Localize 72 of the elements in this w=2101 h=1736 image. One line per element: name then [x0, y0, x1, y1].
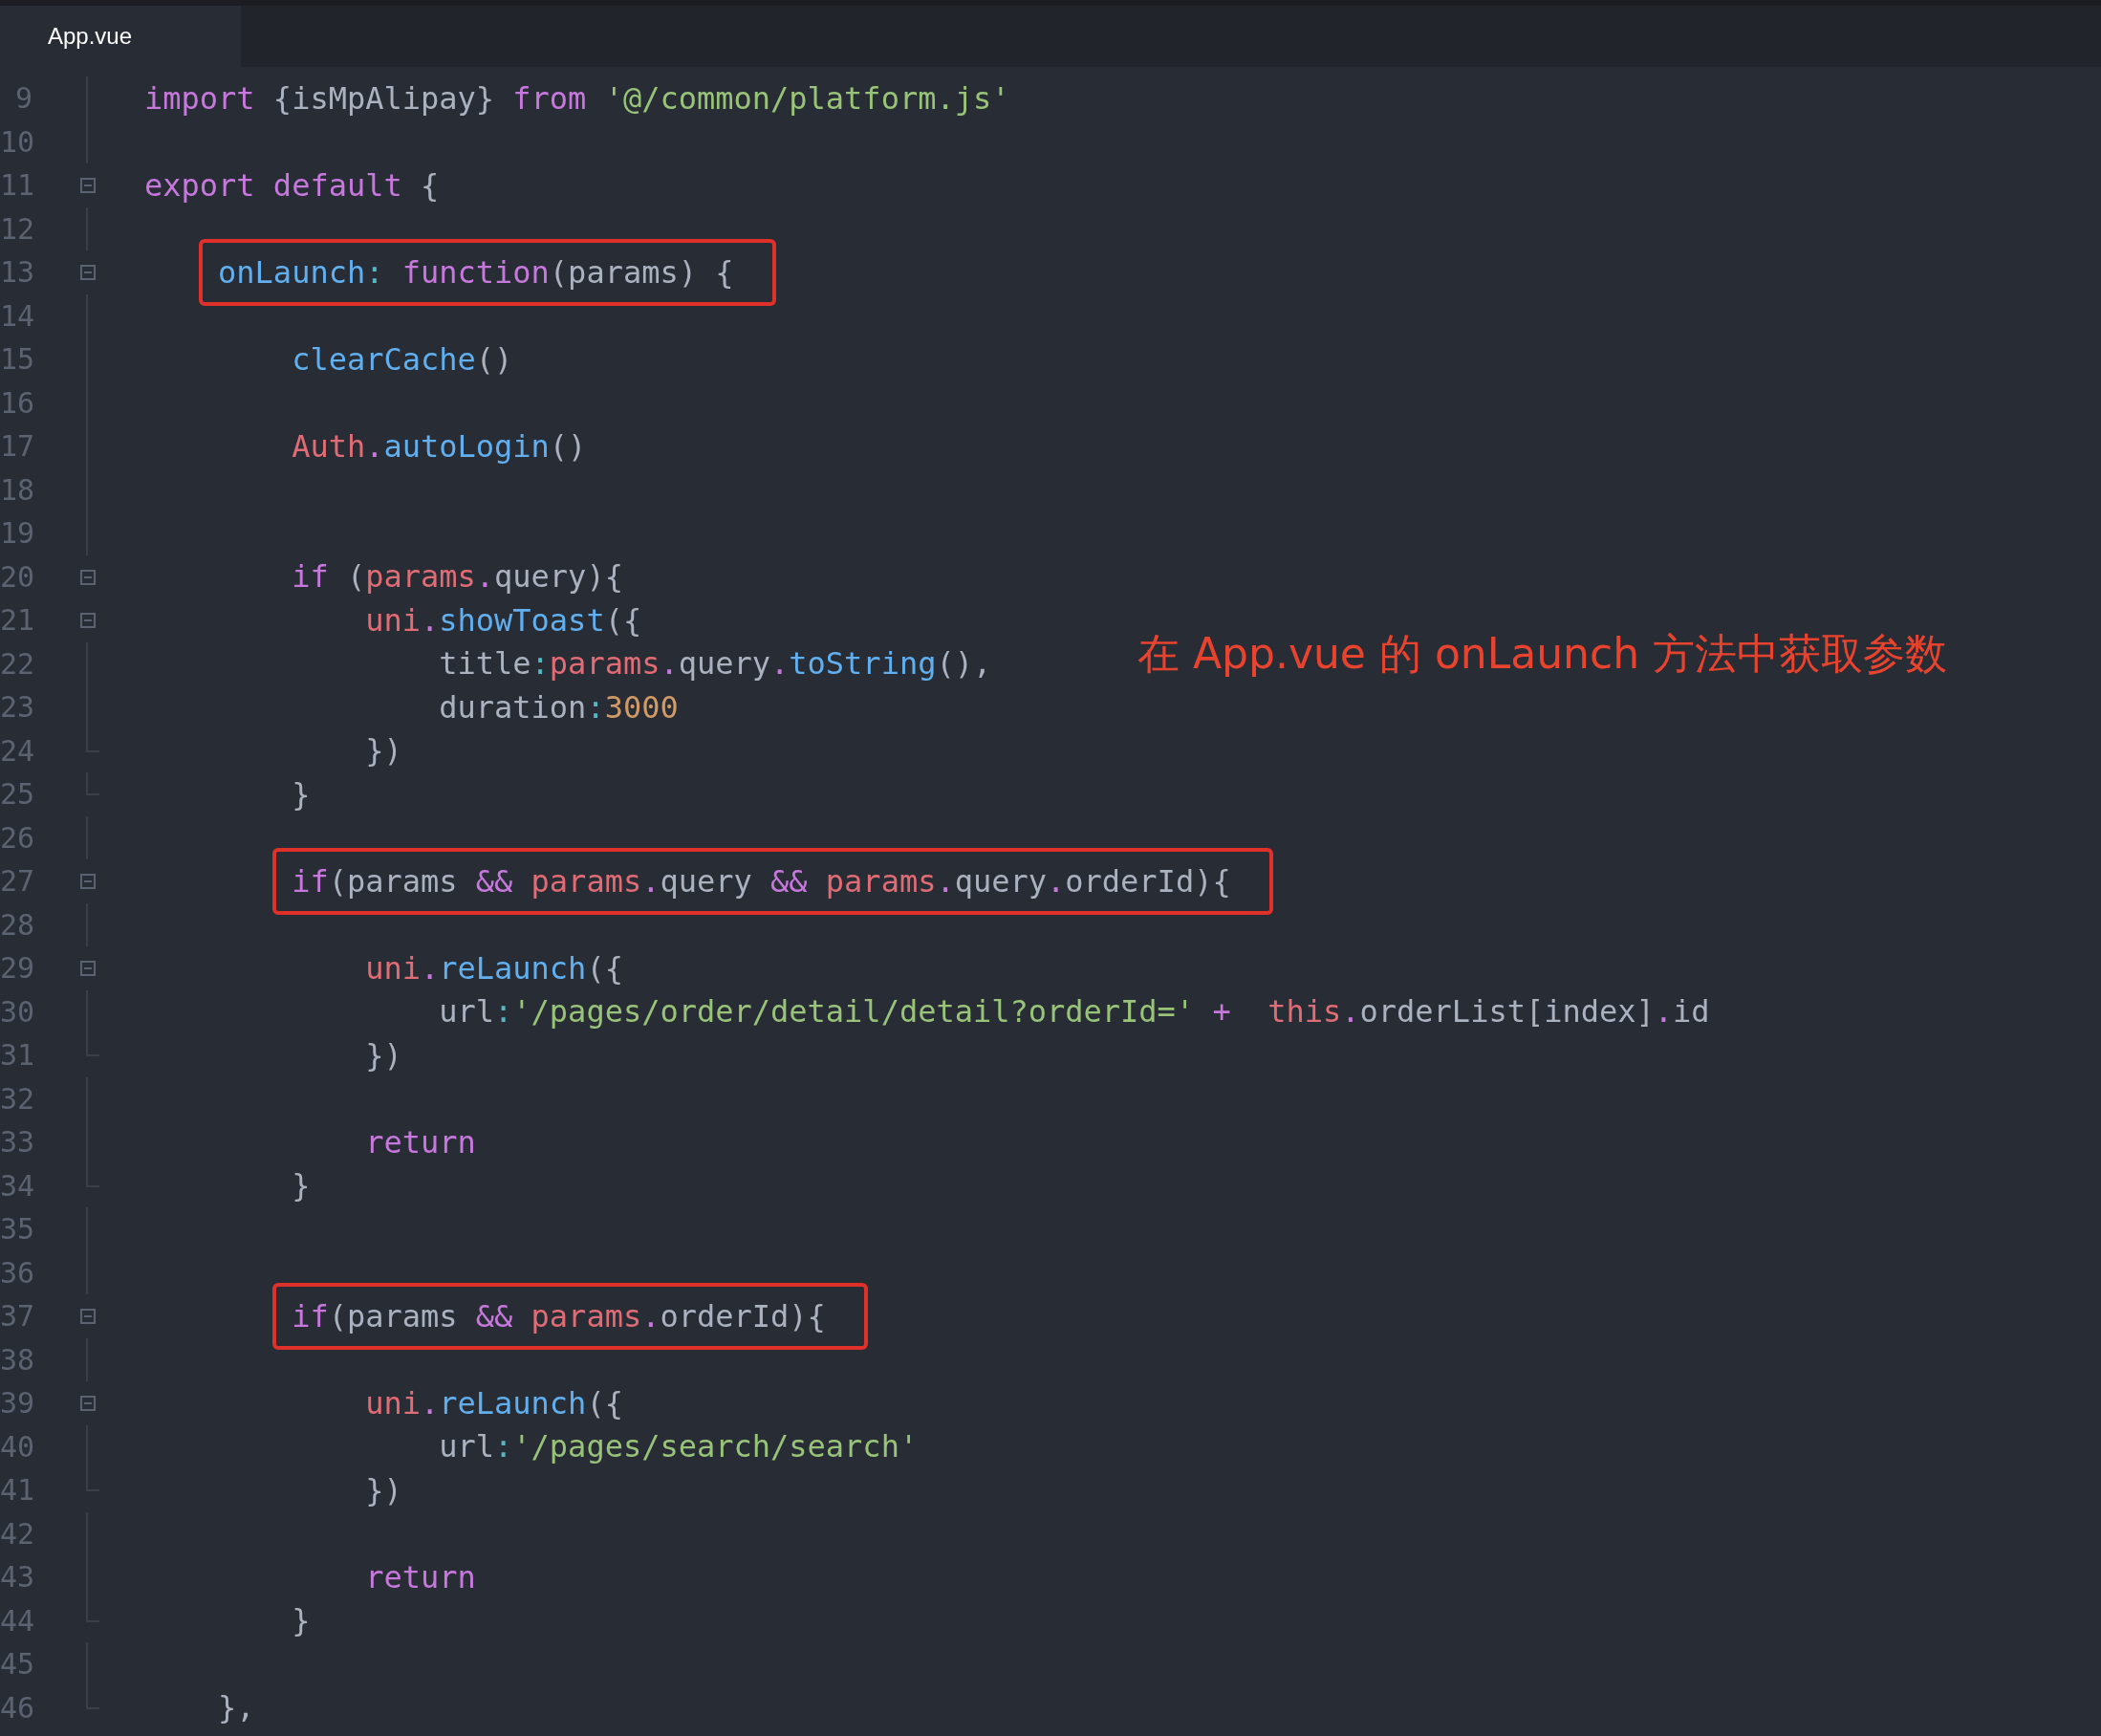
code-line: if (params.query){ [292, 558, 623, 596]
line-number: 33 [0, 1125, 32, 1160]
line-number: 32 [0, 1081, 32, 1116]
code-line: export default { [144, 166, 440, 204]
line-number: 27 [0, 864, 32, 899]
line-number: 42 [0, 1516, 32, 1551]
line-number: 34 [0, 1168, 32, 1203]
code-line: onLaunch: function(params) { [218, 253, 734, 291]
line-number: 14 [0, 298, 32, 333]
line-number: 35 [0, 1212, 32, 1247]
code-line: } [292, 775, 311, 813]
line-number: 26 [0, 820, 32, 855]
line-number: 36 [0, 1255, 32, 1290]
fold-icon[interactable] [80, 874, 96, 889]
line-number: 43 [0, 1560, 32, 1595]
line-number: 46 [0, 1690, 32, 1725]
code-line: title:params.query.toString(), [439, 645, 992, 683]
line-number: 30 [0, 994, 32, 1029]
line-number: 22 [0, 646, 32, 681]
code-line: url:'/pages/order/detail/detail?orderId=' + this.orderList[index].id [439, 993, 1710, 1031]
code-line: } [292, 1167, 311, 1204]
line-number: 11 [0, 168, 32, 203]
code-line: uni.reLaunch({ [365, 949, 623, 987]
annotation-text: 在 App.vue 的 onLaunch 方法中获取参数 [1137, 628, 1948, 680]
line-number: 18 [0, 472, 32, 507]
line-number: 9 [13, 81, 32, 116]
code-line: }) [365, 732, 402, 770]
code-line: }) [365, 1036, 402, 1074]
code-line: Auth.autoLogin() [292, 427, 587, 465]
code-line: } [292, 1602, 311, 1639]
line-number: 28 [0, 907, 32, 942]
code-line: duration:3000 [439, 688, 679, 726]
line-number: 19 [0, 516, 32, 551]
line-number: 20 [0, 559, 32, 594]
line-number: 21 [0, 603, 32, 638]
line-number: 24 [0, 733, 32, 768]
code-line: if(params && params.orderId){ [292, 1297, 826, 1335]
code-line: return [365, 1123, 476, 1161]
code-line: clearCache() [292, 340, 513, 378]
line-number: 40 [0, 1429, 32, 1464]
line-number: 13 [0, 255, 32, 290]
code-line: }, [218, 1689, 255, 1726]
line-number: 16 [0, 385, 32, 420]
line-number: 37 [0, 1299, 32, 1334]
line-number: 10 [0, 124, 32, 159]
line-number: 17 [0, 429, 32, 464]
line-number: 41 [0, 1473, 32, 1508]
line-number: 38 [0, 1342, 32, 1377]
code-line: }) [365, 1471, 402, 1508]
line-number: 31 [0, 1038, 32, 1073]
code-line: if(params && params.query && params.query.orderId){ [292, 862, 1231, 900]
fold-icon[interactable] [80, 1309, 96, 1324]
line-number: 39 [0, 1386, 32, 1421]
code-line: uni.showToast({ [365, 601, 642, 639]
code-line: import {isMpAlipay} from '@/common/platform.js' [144, 79, 1010, 117]
line-number: 44 [0, 1603, 32, 1638]
line-number: 23 [0, 690, 32, 725]
fold-icon[interactable] [80, 178, 96, 193]
line-number: 29 [0, 951, 32, 986]
fold-icon[interactable] [80, 613, 96, 628]
fold-icon[interactable] [80, 961, 96, 976]
code-line: url:'/pages/search/search' [439, 1428, 919, 1465]
line-number: 45 [0, 1647, 32, 1682]
code-line: return [365, 1558, 476, 1595]
line-number: 12 [0, 211, 32, 246]
line-number: 15 [0, 342, 32, 377]
fold-icon[interactable] [80, 1396, 96, 1411]
file-tab[interactable]: App.vue [0, 6, 241, 67]
code-line: uni.reLaunch({ [365, 1384, 623, 1421]
line-number: 25 [0, 777, 32, 812]
fold-icon[interactable] [80, 569, 96, 585]
fold-icon[interactable] [80, 265, 96, 280]
